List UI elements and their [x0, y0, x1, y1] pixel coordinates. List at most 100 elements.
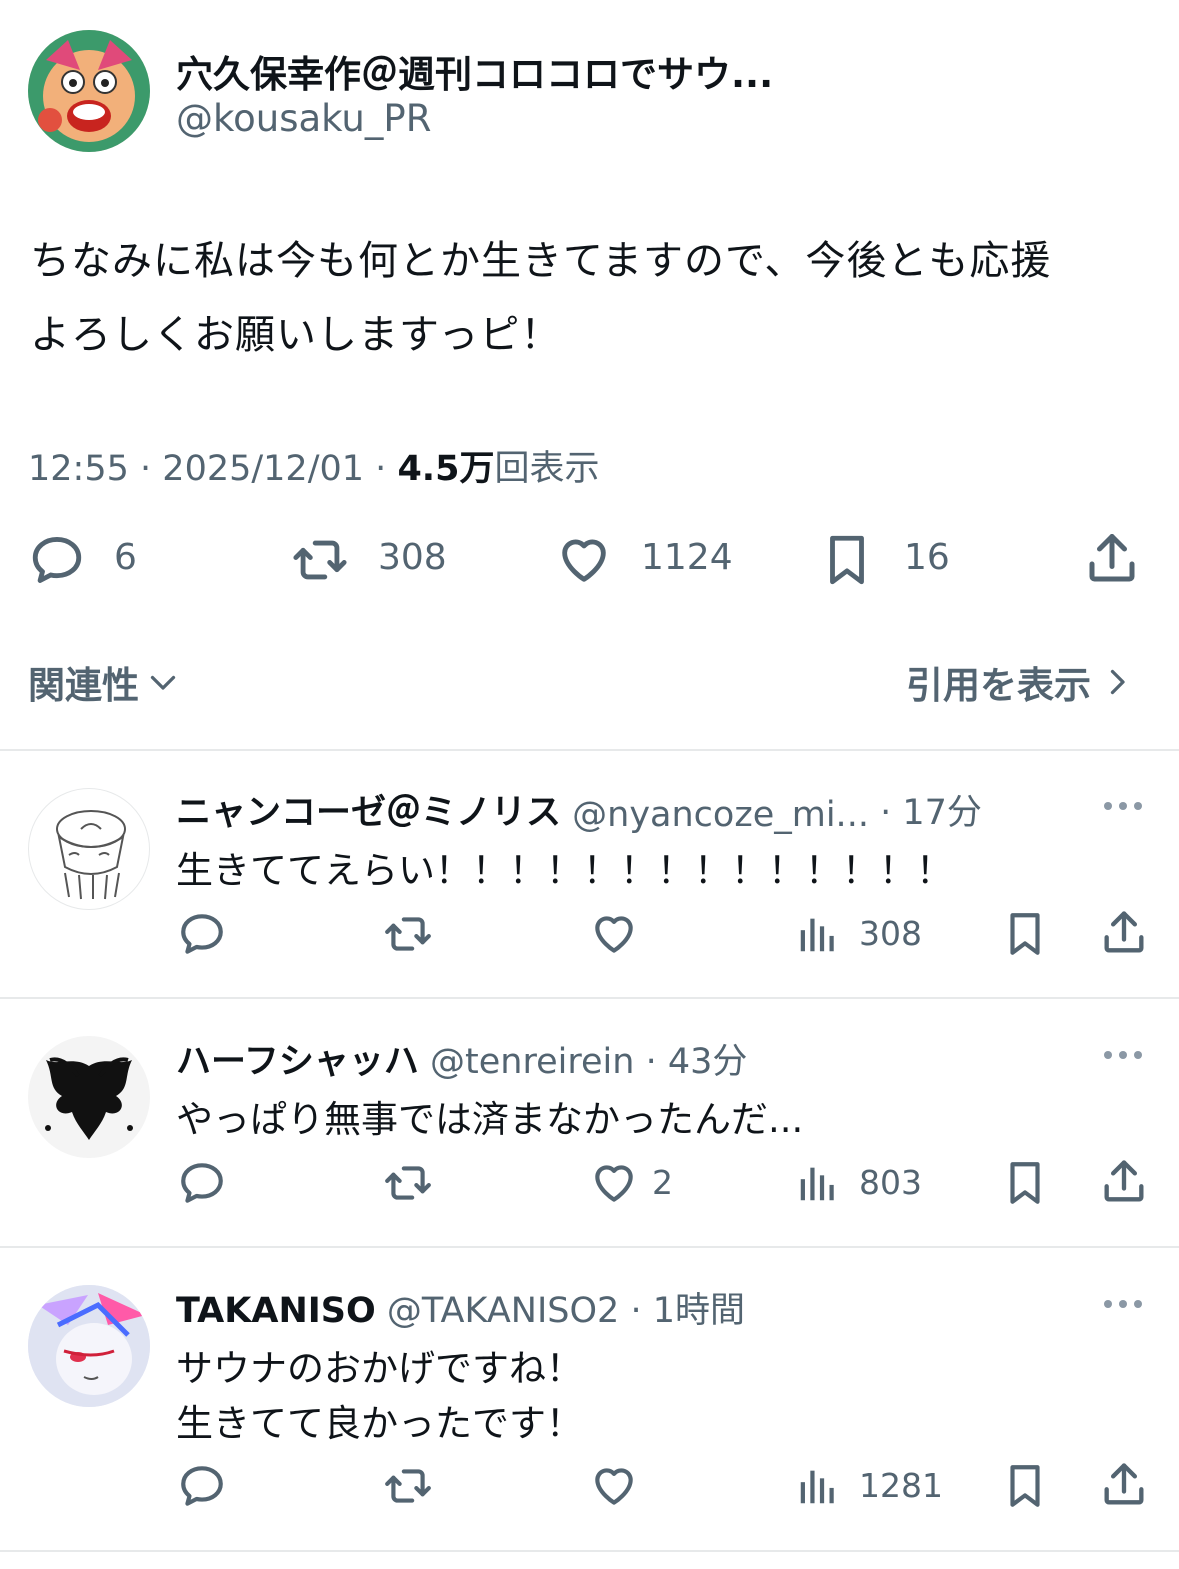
views-button[interactable]	[795, 1160, 841, 1206]
reply-button[interactable]	[177, 1461, 227, 1511]
tweet-time[interactable]: 12:55	[28, 449, 129, 489]
views-count: 308	[859, 914, 922, 953]
more-icon	[1104, 1300, 1142, 1308]
reply-text: やっぱり無事では済まなかったんだ...	[176, 1098, 804, 1141]
retweet-count: 308	[378, 537, 447, 578]
retweet-button[interactable]	[380, 1461, 436, 1511]
reply-author-name[interactable]: ニャンコーゼ＠ミノリス	[176, 793, 561, 833]
sort-label: 関連性	[28, 664, 139, 707]
view-quotes-link[interactable]: 引用を表示	[906, 655, 1135, 709]
retweet-button[interactable]	[380, 909, 436, 959]
like-icon	[589, 909, 639, 959]
reply-avatar[interactable]	[28, 788, 150, 910]
views-icon	[795, 1463, 841, 1509]
reply-time[interactable]: · 1時間	[630, 1291, 745, 1331]
reply-author-handle[interactable]: @tenreirein	[430, 1042, 634, 1082]
like-icon	[555, 531, 613, 589]
reply-time[interactable]: · 17分	[880, 793, 982, 833]
views-icon	[795, 911, 841, 957]
bookmark-button[interactable]	[1000, 1461, 1050, 1511]
bookmark-button[interactable]	[1000, 1158, 1050, 1208]
retweet-button[interactable]	[380, 1158, 436, 1208]
share-icon	[1098, 1459, 1150, 1511]
reply-text-line-2: 生きてて良かったです！	[176, 1402, 583, 1445]
more-icon	[1104, 802, 1142, 810]
reply-button[interactable]	[177, 1158, 227, 1208]
reply-header: ハーフシャッハ @tenreirein · 43分	[176, 1033, 747, 1084]
sort-dropdown[interactable]: 関連性	[28, 655, 181, 709]
more-button[interactable]	[1100, 1035, 1146, 1079]
views-button[interactable]	[795, 1463, 841, 1509]
like-button[interactable]	[555, 531, 613, 589]
views-count: 1281	[859, 1466, 943, 1505]
reply-avatar[interactable]	[28, 1036, 150, 1158]
reply-time[interactable]: · 43分	[646, 1042, 748, 1082]
author-handle[interactable]: @kousaku_PR	[176, 97, 431, 140]
retweet-icon	[380, 909, 436, 959]
tweet-meta: 12:55 · 2025/12/01 · 4.5万回表示	[28, 440, 599, 491]
views-button[interactable]	[795, 911, 841, 957]
reply-icon	[177, 909, 227, 959]
reply-header: ニャンコーゼ＠ミノリス @nyancoze_mi... · 17分	[176, 784, 982, 835]
reply-author-handle[interactable]: @TAKANISO2	[387, 1291, 619, 1331]
views-count: 803	[859, 1163, 922, 1202]
more-icon	[1104, 1051, 1142, 1059]
more-button[interactable]	[1100, 1284, 1146, 1328]
like-button[interactable]	[589, 1461, 639, 1511]
bookmark-icon	[1000, 909, 1050, 959]
share-button[interactable]	[1098, 1459, 1150, 1511]
like-button[interactable]	[589, 1158, 639, 1208]
author-avatar[interactable]	[28, 30, 150, 152]
meta-separator: ·	[375, 449, 387, 489]
reply-icon	[177, 1158, 227, 1208]
reply-button[interactable]	[28, 531, 86, 589]
chevron-right-icon	[1110, 669, 1125, 695]
reply-author-name[interactable]: ハーフシャッハ	[176, 1042, 419, 1082]
divider	[0, 1550, 1179, 1552]
more-button[interactable]	[1100, 786, 1146, 830]
views-label: 回表示	[494, 449, 600, 489]
share-button[interactable]	[1098, 1156, 1150, 1208]
like-button[interactable]	[589, 909, 639, 959]
bookmark-icon	[818, 531, 876, 589]
reply-text-line-1: サウナのおかげですね！	[176, 1347, 583, 1390]
tweet-date[interactable]: 2025/12/01	[162, 449, 364, 489]
like-icon	[589, 1461, 639, 1511]
meta-separator: ·	[140, 449, 152, 489]
reply-count: 6	[114, 537, 137, 578]
reply-avatar[interactable]	[28, 1285, 150, 1407]
divider	[0, 1246, 1179, 1248]
like-icon	[589, 1158, 639, 1208]
share-icon	[1098, 907, 1150, 959]
like-count: 2	[652, 1163, 673, 1202]
bookmark-icon	[1000, 1158, 1050, 1208]
bookmark-button[interactable]	[818, 531, 876, 589]
retweet-button[interactable]	[288, 531, 352, 589]
share-button[interactable]	[1098, 907, 1150, 959]
retweet-icon	[380, 1158, 436, 1208]
tweet-text-line-1: ちなみに私は今も何とか生きてますので、今後とも応援	[30, 238, 1052, 284]
tweet-text-line-2: よろしくお願いしますっピ！	[30, 312, 562, 358]
bookmark-button[interactable]	[1000, 909, 1050, 959]
reply-text: 生きててえらい！！！！！！！！！！！！！！	[176, 849, 953, 892]
divider	[0, 997, 1179, 999]
reply-button[interactable]	[177, 909, 227, 959]
chevron-down-icon	[150, 675, 176, 690]
views-count[interactable]: 4.5万	[397, 449, 494, 489]
bookmark-icon	[1000, 1461, 1050, 1511]
share-icon	[1082, 529, 1142, 589]
reply-icon	[28, 531, 86, 589]
retweet-icon	[288, 531, 352, 589]
bookmark-count: 16	[904, 537, 950, 578]
view-quotes-label: 引用を表示	[906, 664, 1091, 707]
reply-header: TAKANISO @TAKANISO2 · 1時間	[176, 1282, 745, 1333]
like-count: 1124	[641, 537, 733, 578]
share-button[interactable]	[1082, 529, 1142, 589]
author-name[interactable]: 穴久保幸作＠週刊コロコロでサウ...	[176, 44, 773, 98]
share-icon	[1098, 1156, 1150, 1208]
retweet-icon	[380, 1461, 436, 1511]
reply-author-handle[interactable]: @nyancoze_mi...	[572, 795, 869, 835]
views-icon	[795, 1160, 841, 1206]
reply-icon	[177, 1461, 227, 1511]
reply-author-name[interactable]: TAKANISO	[176, 1291, 376, 1331]
